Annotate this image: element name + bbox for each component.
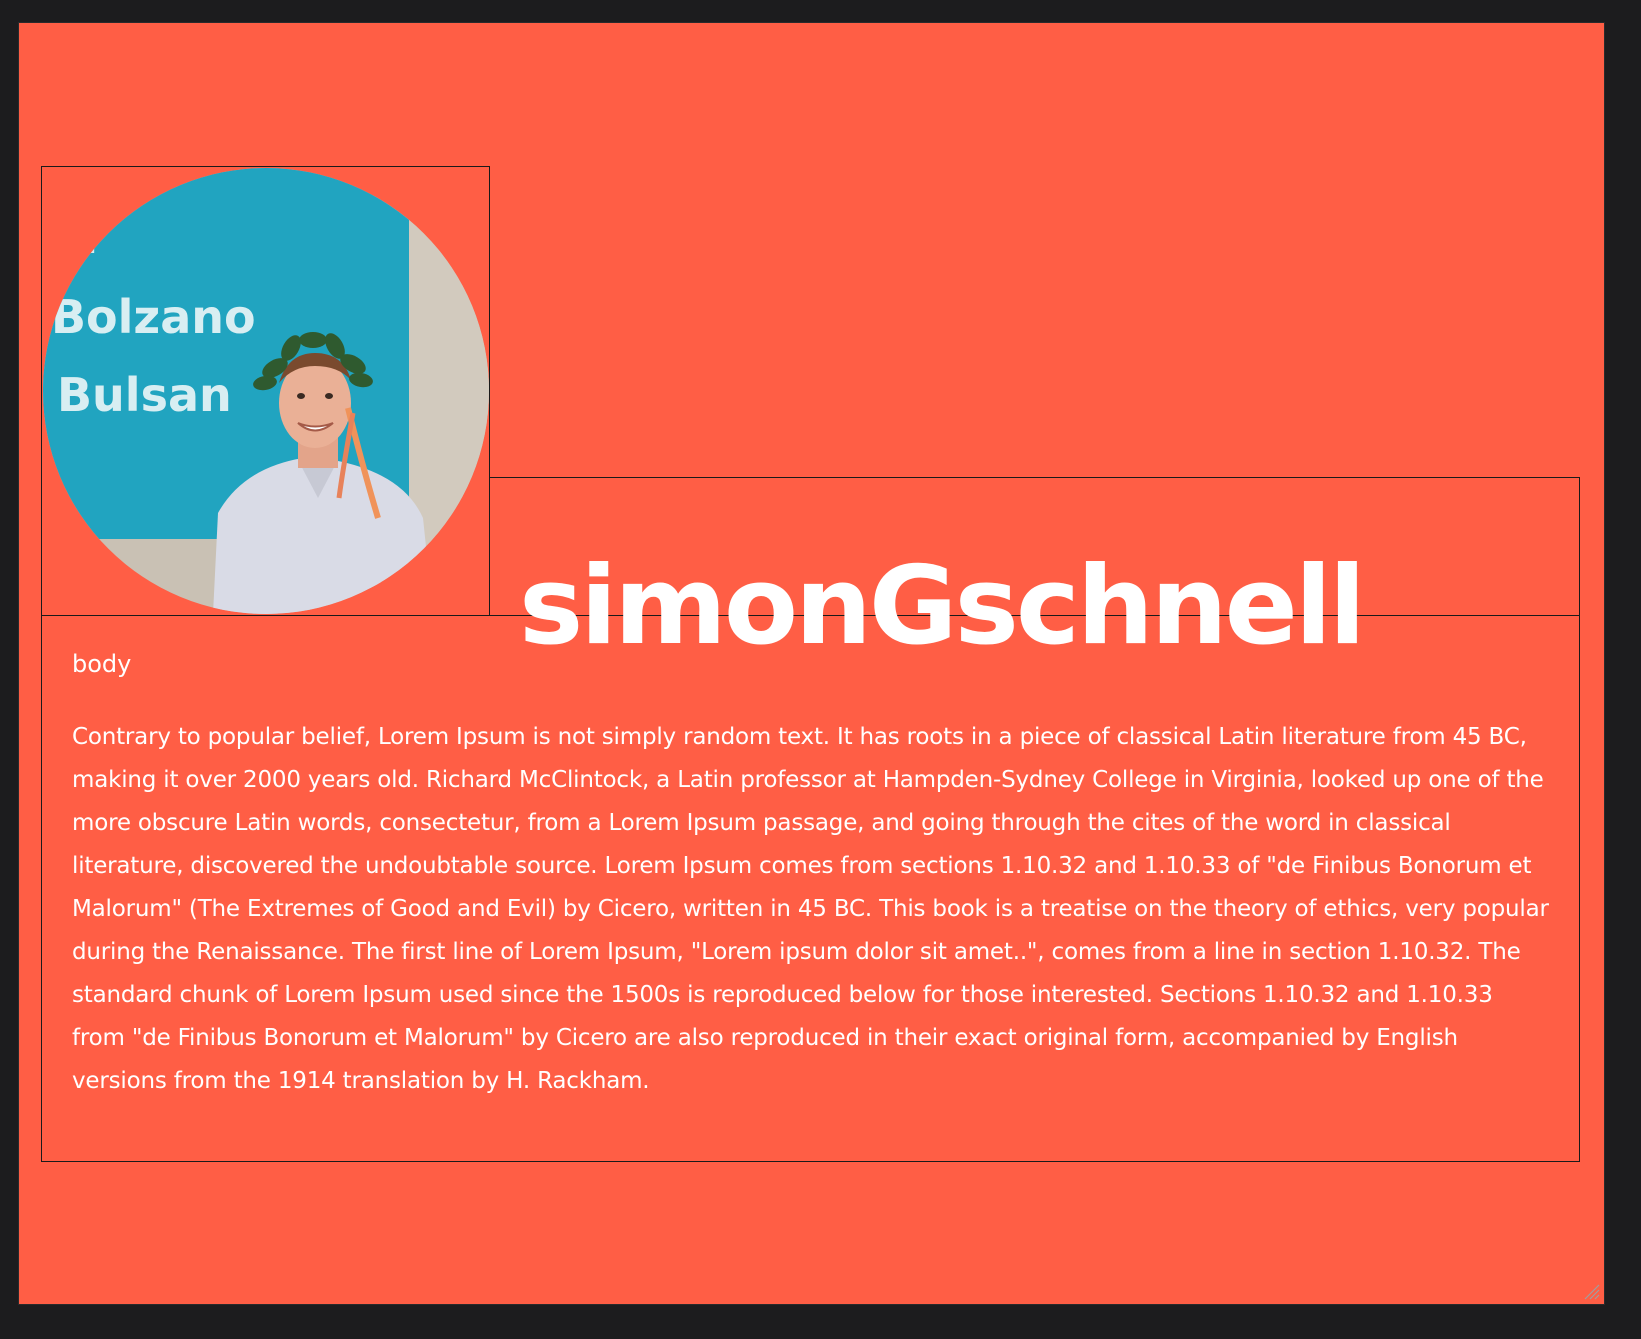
page-title: simonGschnell (519, 544, 1366, 669)
avatar: n Bolzano Bulsan (43, 168, 489, 614)
resize-grip-icon[interactable] (1582, 1282, 1600, 1300)
sign-text-line-2: Bolzano (51, 290, 256, 344)
section-label: body (72, 650, 132, 678)
sign-text-line-1: n (65, 210, 98, 264)
content-section: body Contrary to popular belief, Lorem I… (41, 615, 1580, 1162)
browser-viewport: n Bolzano Bulsan body Contrary to popula… (19, 23, 1604, 1304)
body-paragraph: Contrary to popular belief, Lorem Ipsum … (72, 724, 1549, 1094)
avatar-image: n Bolzano Bulsan (43, 168, 489, 614)
sign-text-line-3: Bulsan (57, 368, 232, 422)
avatar-container: n Bolzano Bulsan (41, 166, 490, 616)
